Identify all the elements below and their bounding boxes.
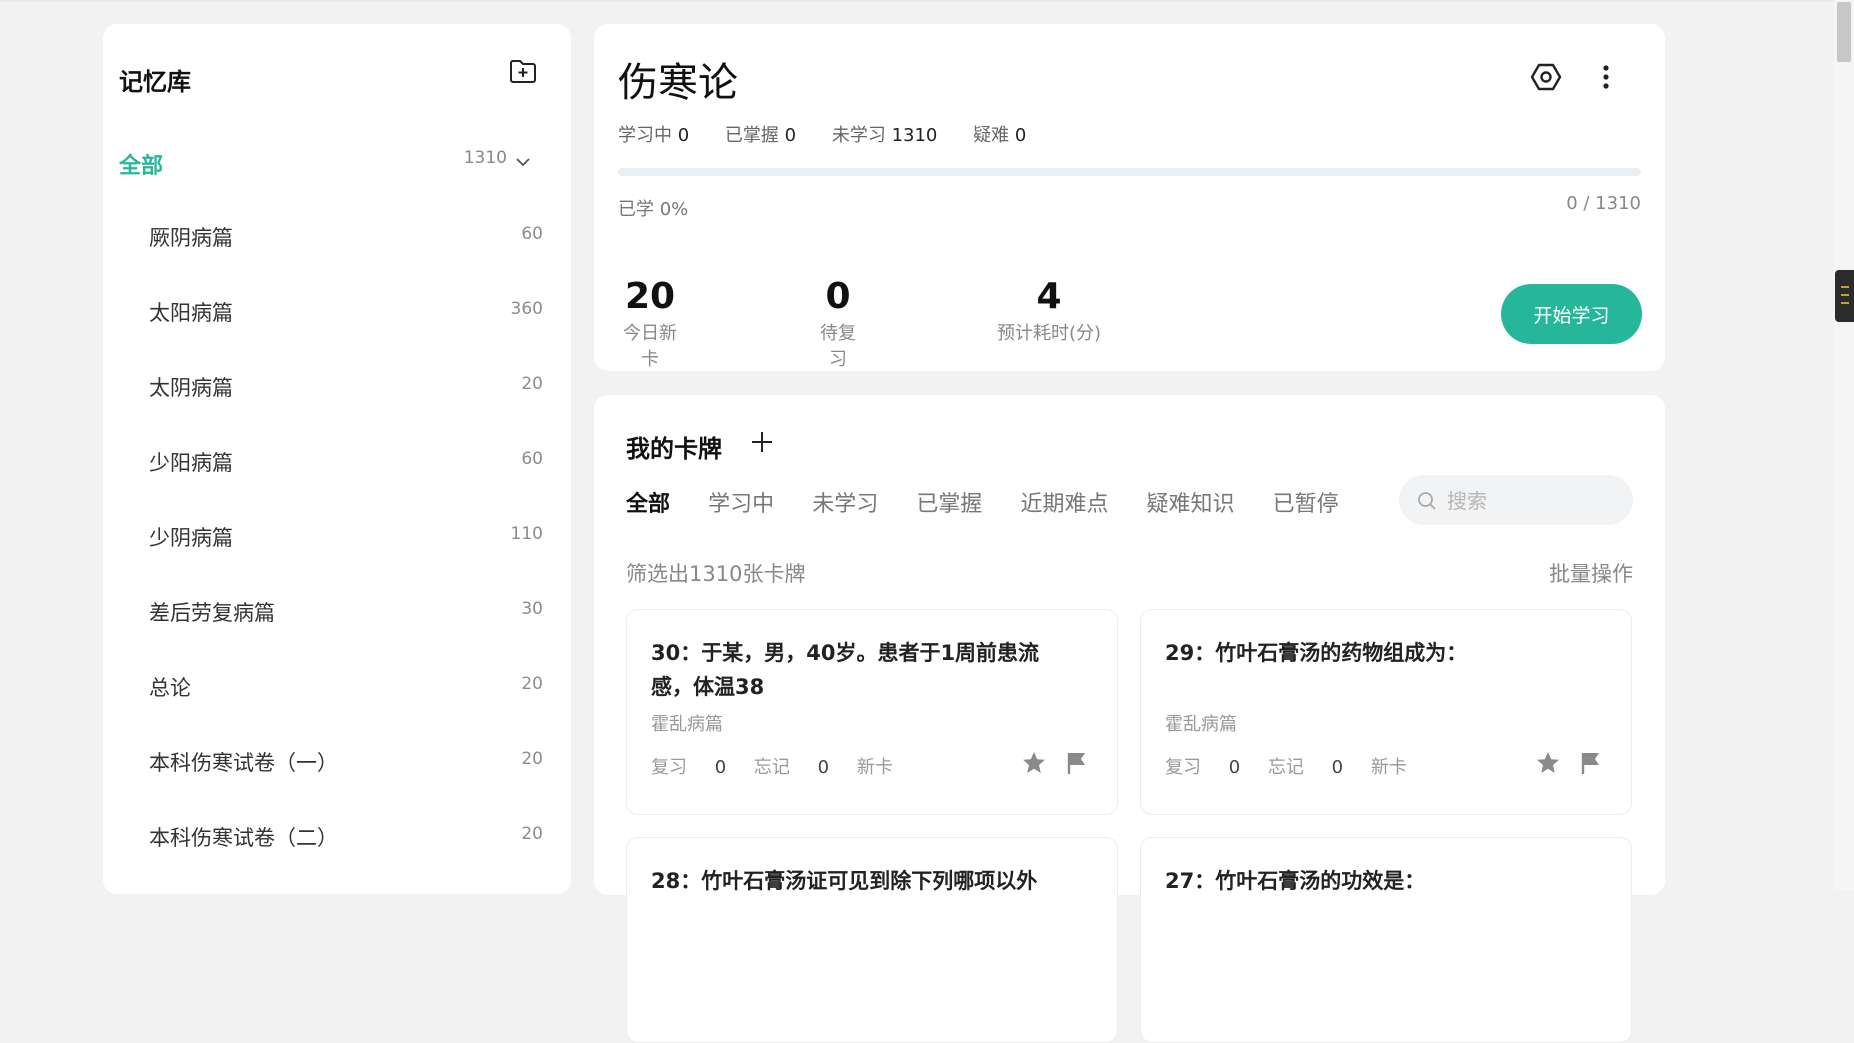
sidebar-item[interactable]: 差后劳复病篇 30: [149, 597, 543, 637]
tab-difficult-knowledge[interactable]: 疑难知识: [1147, 486, 1235, 518]
tab-mastered[interactable]: 已掌握: [916, 486, 982, 518]
stat-learning: 学习中 0: [618, 125, 690, 146]
sidebar-item-label: 本科伤寒试卷（二）: [149, 826, 338, 850]
sidebar-item-label: 太阴病篇: [149, 376, 233, 400]
card-forget-count: 忘记 0: [753, 757, 830, 778]
filter-result-count: 筛选出1310张卡牌: [626, 562, 806, 586]
card-meta: 复习 0 忘记 0 新卡: [651, 753, 915, 779]
more-vertical-icon[interactable]: [1594, 60, 1618, 94]
tab-unlearned[interactable]: 未学习: [812, 486, 878, 518]
tab-all[interactable]: 全部: [626, 486, 670, 518]
my-cards-panel: 我的卡牌 全部 学习中 未学习 已掌握 近期难点 疑难知识 已暂停 筛选出131…: [594, 395, 1665, 1043]
sidebar-item-label: 总论: [149, 676, 191, 700]
plus-icon[interactable]: [749, 429, 775, 455]
flag-icon[interactable]: [1065, 750, 1089, 776]
stat-mastered: 已掌握 0: [724, 125, 797, 146]
sidebar-item-label: 本科伤寒试卷（一）: [149, 751, 338, 775]
sidebar-item-label: 厥阴病篇: [149, 226, 233, 250]
card-item[interactable]: 29：竹叶石膏汤的药物组成为： 霍乱病篇 复习 0 忘记 0 新卡: [1140, 609, 1632, 815]
sidebar-item[interactable]: 少阴病篇 110: [149, 522, 543, 562]
stat-difficult: 疑难 0: [973, 125, 1027, 146]
sidebar-item-count: 20: [521, 824, 543, 844]
metric-label: 今日新卡: [623, 323, 677, 370]
sidebar-item-count: 20: [521, 374, 543, 394]
deck-stats: 学习中 0 已掌握 0 未学习 1310 疑难 0: [618, 121, 1056, 147]
sidebar-item-label: 少阳病篇: [149, 451, 233, 475]
top-divider: [0, 0, 1834, 2]
deck-title: 伤寒论: [618, 60, 738, 106]
card-status: 新卡: [856, 757, 893, 778]
metric-label: 预计耗时(分): [996, 323, 1102, 344]
card-title: 27：竹叶石膏汤的功效是：: [1165, 869, 1426, 893]
star-icon[interactable]: [1535, 750, 1561, 776]
search-icon: [1418, 492, 1436, 510]
sidebar-item-count: 110: [510, 524, 543, 544]
page-scrollbar[interactable]: [1834, 0, 1854, 890]
sidebar-all-label: 全部: [119, 154, 164, 179]
sidebar-item-count: 60: [521, 449, 543, 469]
sidebar-item-count: 30: [521, 599, 543, 619]
card-title: 30：于某，男，40岁。患者于1周前患流感，体温38: [651, 641, 1040, 699]
sidebar-item[interactable]: 总论 20: [149, 672, 543, 712]
sidebar-item[interactable]: 厥阴病篇 60: [149, 222, 543, 262]
flag-icon[interactable]: [1579, 750, 1603, 776]
card-item[interactable]: 28：竹叶石膏汤证可见到除下列哪项以外: [626, 837, 1118, 1043]
card-forget-count: 忘记 0: [1267, 757, 1344, 778]
sidebar-title: 记忆库: [119, 68, 191, 96]
folder-plus-icon[interactable]: [508, 56, 538, 86]
card-item[interactable]: 27：竹叶石膏汤的功效是：: [1140, 837, 1632, 1043]
progress-count: 0 / 1310: [1566, 193, 1641, 214]
tab-learning[interactable]: 学习中: [708, 486, 774, 518]
settings-hexagon-icon[interactable]: [1529, 60, 1563, 94]
cards-title: 我的卡牌: [626, 435, 722, 463]
library-sidebar: 记忆库 全部 1310 厥阴病篇 60 太阳病篇 360 太阴病篇 20 少阳病…: [103, 24, 571, 894]
metric-value: 0: [825, 276, 851, 317]
search-input[interactable]: [1445, 485, 1619, 517]
sidebar-item[interactable]: 太阳病篇 360: [149, 297, 543, 337]
metric-due-review: 0 待复习: [814, 277, 862, 371]
sidebar-item-all[interactable]: 全部 1310: [119, 148, 559, 188]
sidebar-item-label: 少阴病篇: [149, 526, 233, 550]
card-item[interactable]: 30：于某，男，40岁。患者于1周前患流感，体温38 霍乱病篇 复习 0 忘记 …: [626, 609, 1118, 815]
deck-overview-panel: 伤寒论 学习中 0 已掌握 0 未学习 1310 疑难 0 已学 0% 0 / …: [594, 24, 1665, 371]
sidebar-item-count: 60: [521, 224, 543, 244]
star-icon[interactable]: [1021, 750, 1047, 776]
sidebar-item[interactable]: 本科伤寒试卷（一） 20: [149, 747, 543, 787]
tab-paused[interactable]: 已暂停: [1273, 486, 1339, 518]
card-status: 新卡: [1370, 757, 1407, 778]
card-review-count: 复习 0: [1165, 757, 1241, 778]
scrollbar-thumb[interactable]: [1837, 2, 1851, 62]
search-box[interactable]: [1399, 475, 1633, 525]
side-tab-widget[interactable]: [1835, 270, 1854, 322]
sidebar-item[interactable]: 本科伤寒试卷（二） 20: [149, 822, 543, 862]
card-chapter: 霍乱病篇: [1165, 714, 1237, 735]
card-review-count: 复习 0: [651, 757, 727, 778]
start-study-button[interactable]: 开始学习: [1501, 284, 1642, 344]
sidebar-item[interactable]: 太阴病篇 20: [149, 372, 543, 412]
sidebar-item-count: 20: [521, 674, 543, 694]
metric-estimated-time: 4 预计耗时(分): [994, 277, 1104, 345]
card-filter-tabs: 全部 学习中 未学习 已掌握 近期难点 疑难知识 已暂停: [626, 486, 1372, 520]
metric-new-cards: 20 今日新卡: [618, 277, 682, 371]
sidebar-item-count: 360: [510, 299, 543, 319]
tab-recent-difficult[interactable]: 近期难点: [1020, 486, 1108, 518]
progress-label: 已学 0%: [618, 199, 689, 220]
card-title: 29：竹叶石膏汤的药物组成为：: [1165, 641, 1468, 665]
card-title: 28：竹叶石膏汤证可见到除下列哪项以外: [651, 869, 1038, 893]
sidebar-item[interactable]: 少阳病篇 60: [149, 447, 543, 487]
chevron-down-icon[interactable]: [515, 156, 531, 168]
sidebar-item-count: 20: [521, 749, 543, 769]
sidebar-item-label: 差后劳复病篇: [149, 601, 275, 625]
stat-unlearned: 未学习 1310: [831, 125, 938, 146]
card-chapter: 霍乱病篇: [651, 714, 723, 735]
sidebar-item-label: 太阳病篇: [149, 301, 233, 325]
progress-bar: [618, 168, 1641, 176]
metric-value: 4: [1036, 276, 1062, 317]
metric-label: 待复习: [820, 323, 856, 370]
card-meta: 复习 0 忘记 0 新卡: [1165, 753, 1429, 779]
metric-value: 20: [624, 276, 676, 317]
batch-operation-button[interactable]: 批量操作: [1549, 558, 1633, 588]
sidebar-all-count: 1310: [463, 148, 507, 168]
